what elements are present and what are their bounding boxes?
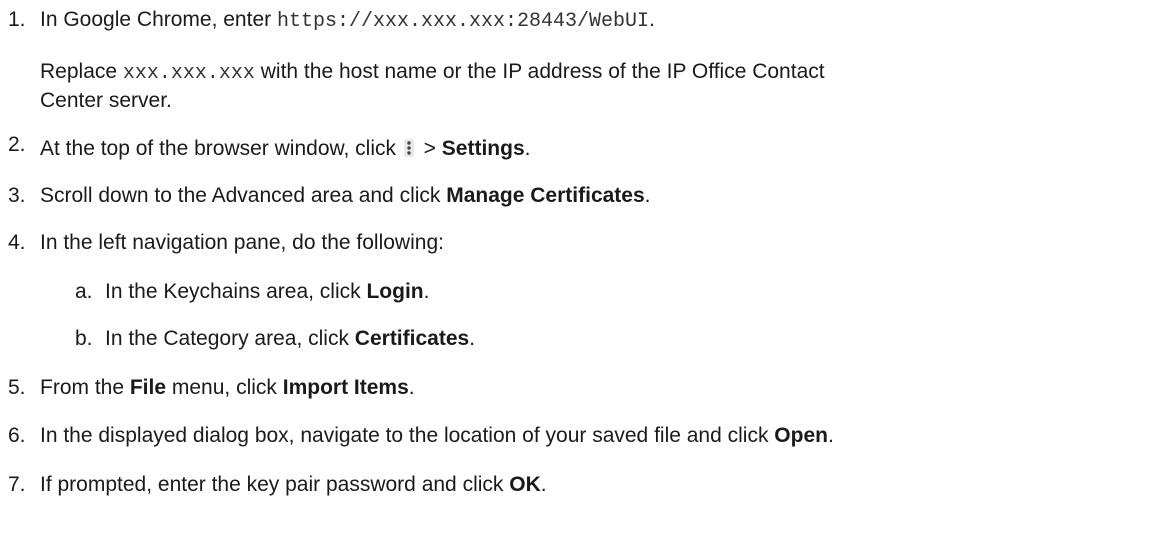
step-text-prefix: At the top of the browser window, click bbox=[40, 137, 402, 160]
note-text: Replace xxx.xxx.xxx with the host name o… bbox=[40, 61, 825, 84]
import-items-label: Import Items bbox=[282, 376, 409, 399]
substep-letter: a. bbox=[75, 280, 93, 303]
note-prefix: Replace bbox=[40, 60, 123, 83]
step-text-suffix: . bbox=[827, 424, 834, 447]
substep-letter: b. bbox=[75, 327, 93, 350]
separator-text: > bbox=[417, 137, 442, 160]
step-text-prefix: From the bbox=[40, 376, 130, 399]
step-text-middle: menu, click bbox=[166, 376, 283, 399]
step-number: 5. bbox=[8, 376, 26, 399]
step-text: In Google Chrome, enter https://xxx.xxx.… bbox=[40, 9, 655, 32]
step-text: In the left navigation pane, do the foll… bbox=[40, 231, 444, 254]
step-number: 1. bbox=[8, 8, 26, 31]
step-text-prefix: In Google Chrome, enter bbox=[40, 8, 277, 31]
step-number: 6. bbox=[8, 424, 26, 447]
step-text-prefix: If prompted, enter the key pair password… bbox=[40, 473, 510, 496]
substep-text-suffix: . bbox=[469, 327, 476, 350]
kebab-menu-icon bbox=[403, 139, 414, 157]
note-text-continued: Center server. bbox=[40, 89, 172, 112]
certificates-label: Certificates bbox=[354, 327, 470, 350]
step-number: 4. bbox=[8, 231, 26, 254]
step-number: 7. bbox=[8, 473, 26, 496]
substep-text: In the Keychains area, click Login. bbox=[105, 281, 429, 302]
substep-text: In the Category area, click Certificates… bbox=[105, 328, 475, 349]
step-text-suffix: . bbox=[649, 8, 655, 31]
step-text-prefix: In the displayed dialog box, navigate to… bbox=[40, 424, 775, 447]
file-menu-label: File bbox=[129, 376, 167, 399]
step-text: If prompted, enter the key pair password… bbox=[40, 474, 547, 495]
settings-label: Settings bbox=[441, 137, 525, 160]
step-text: Scroll down to the Advanced area and cli… bbox=[40, 185, 651, 206]
step-number: 3. bbox=[8, 184, 26, 207]
substep-text-suffix: . bbox=[423, 280, 430, 303]
step-text: At the top of the browser window, click … bbox=[40, 138, 530, 159]
substep-text-prefix: In the Category area, click bbox=[105, 327, 355, 350]
step-text-suffix: . bbox=[540, 473, 547, 496]
step-text-suffix: . bbox=[644, 184, 651, 207]
open-label: Open bbox=[774, 424, 828, 447]
step-text-suffix: . bbox=[524, 137, 531, 160]
substep-text-prefix: In the Keychains area, click bbox=[105, 280, 367, 303]
login-label: Login bbox=[366, 280, 424, 303]
step-text-suffix: . bbox=[408, 376, 415, 399]
step-text: From the File menu, click Import Items. bbox=[40, 377, 415, 398]
manage-certificates-label: Manage Certificates bbox=[446, 184, 645, 207]
ok-label: OK bbox=[509, 473, 541, 496]
url-code: https://xxx.xxx.xxx:28443/WebUI bbox=[276, 10, 650, 33]
step-text-prefix: Scroll down to the Advanced area and cli… bbox=[40, 184, 447, 207]
host-code: xxx.xxx.xxx bbox=[122, 62, 255, 85]
step-number: 2. bbox=[8, 133, 26, 156]
step-text: In the displayed dialog box, navigate to… bbox=[40, 425, 834, 446]
note-rest: with the host name or the IP address of … bbox=[254, 60, 825, 83]
